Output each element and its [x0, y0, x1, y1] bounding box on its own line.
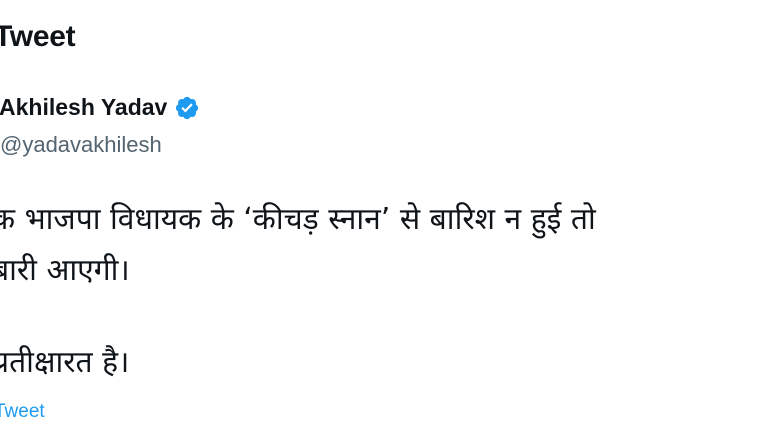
verified-badge-icon — [174, 95, 200, 121]
tweet-text-line: प्रतीक्षारत है। — [0, 345, 130, 380]
tweet-text-line: बारी आएगी। — [0, 253, 130, 288]
tweet-text-line: क भाजपा विधायक के ‘कीचड़ स्नान’ से बारिश… — [0, 202, 596, 237]
author-row[interactable]: Akhilesh Yadav — [0, 94, 200, 121]
translate-tweet-link[interactable]: Tweet — [0, 401, 45, 423]
author-handle[interactable]: @yadavakhilesh — [0, 132, 162, 158]
author-name[interactable]: Akhilesh Yadav — [0, 94, 167, 121]
page-title: Tweet — [0, 20, 76, 53]
